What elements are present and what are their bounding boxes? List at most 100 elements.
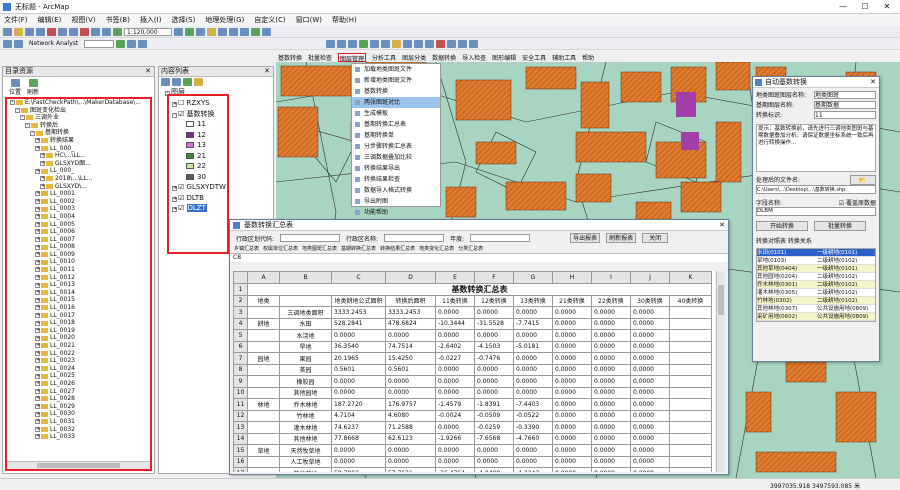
tree-node[interactable]: + LL_0028 xyxy=(10,395,150,403)
value-cell[interactable]: -0.0259 xyxy=(474,421,514,434)
extension-menu-item[interactable]: 基数转换 xyxy=(278,53,302,62)
search-icon[interactable] xyxy=(196,27,205,36)
toc-close-icon[interactable]: ✕ xyxy=(264,67,270,76)
refresh-report-button[interactable]: 刷新报表 xyxy=(606,233,637,243)
name-cell[interactable]: 三调地类面积 xyxy=(279,306,332,319)
value-cell[interactable] xyxy=(669,455,712,468)
tree-node[interactable]: + LL_0006 xyxy=(10,228,150,236)
editor-icon[interactable] xyxy=(174,27,183,36)
tree-node[interactable]: + LL_0016 xyxy=(10,304,150,312)
menu-item[interactable]: 地理处理(G) xyxy=(205,15,244,25)
value-cell[interactable]: 478.6824 xyxy=(385,317,436,330)
dropdown-item[interactable]: 基期转换汇总表 xyxy=(352,119,440,130)
network-select[interactable] xyxy=(84,39,115,48)
menu-item[interactable]: 选择(S) xyxy=(171,15,195,25)
toc-layer-dlzt[interactable]: +☑ DLZT xyxy=(172,203,224,214)
toc-layer-dltb[interactable]: +☑ DLTB xyxy=(172,193,224,204)
tree-node[interactable]: + LL_0013 xyxy=(10,281,150,289)
zoom-in-tool-icon[interactable] xyxy=(326,39,336,48)
copy-icon[interactable] xyxy=(58,27,67,36)
name-cell[interactable]: 水浇地 xyxy=(279,329,332,342)
expand-icon[interactable]: + xyxy=(35,388,40,394)
expand-icon[interactable]: + xyxy=(35,259,40,265)
extension-menu-item[interactable]: 辅助工具 xyxy=(552,53,576,62)
value-cell[interactable]: 0.0000 xyxy=(552,352,592,365)
category-cell[interactable] xyxy=(247,375,280,388)
tree-node[interactable]: + LL_0020 xyxy=(10,334,150,342)
tree-node[interactable]: + LL_0009 xyxy=(10,251,150,259)
category-cell[interactable] xyxy=(247,340,280,353)
value-cell[interactable]: 0.0000 xyxy=(630,455,670,468)
list-by-source-icon[interactable] xyxy=(172,78,181,86)
menu-item[interactable]: 帮助(H) xyxy=(332,15,357,25)
tree-node[interactable]: + LL_0027 xyxy=(10,388,150,396)
value-cell[interactable]: 0.0000 xyxy=(591,363,631,376)
time-slider-icon[interactable] xyxy=(458,39,468,48)
value-cell[interactable]: 0.0000 xyxy=(552,421,592,434)
dropdown-item[interactable]: 三调数据叠加比较 xyxy=(352,152,440,163)
value-cell[interactable]: 62.6123 xyxy=(385,432,436,445)
category-cell[interactable] xyxy=(247,421,280,434)
value-cell[interactable]: 0.0000 xyxy=(591,398,631,411)
value-cell[interactable]: -2.6402 xyxy=(435,340,475,353)
report-tab[interactable]: 分类汇总表 xyxy=(458,245,483,253)
value-cell[interactable]: -5.0181 xyxy=(513,340,553,353)
value-cell[interactable]: -0.7476 xyxy=(474,352,514,365)
value-cell[interactable]: -4.2243 xyxy=(513,467,553,472)
value-cell[interactable]: 0.0000 xyxy=(552,432,592,445)
value-cell[interactable]: 0.0000 xyxy=(513,444,553,457)
tool-field-input[interactable]: 基期数据 xyxy=(814,101,876,109)
value-cell[interactable] xyxy=(669,317,712,330)
dropdown-item[interactable]: 基数转换 xyxy=(352,86,440,97)
value-cell[interactable]: 0.0000 xyxy=(591,375,631,388)
pan-icon[interactable] xyxy=(127,39,137,48)
value-cell[interactable] xyxy=(669,421,712,434)
value-cell[interactable]: 0.0000 xyxy=(630,432,670,445)
expand-icon[interactable]: + xyxy=(35,290,40,296)
browse-button[interactable]: 📂 xyxy=(850,175,876,185)
save-icon[interactable] xyxy=(25,27,34,36)
value-cell[interactable]: 0.0000 xyxy=(385,329,436,342)
value-cell[interactable]: -1.8391 xyxy=(474,398,514,411)
python-icon[interactable] xyxy=(218,27,227,36)
value-cell[interactable]: 0.0000 xyxy=(435,421,475,434)
value-cell[interactable]: -4.0408 xyxy=(474,467,514,472)
expand-icon[interactable]: + xyxy=(35,350,40,356)
value-cell[interactable]: 0.0000 xyxy=(591,432,631,445)
tree-node[interactable]: - 转换后 xyxy=(10,122,150,130)
measure-icon[interactable] xyxy=(425,39,435,48)
value-cell[interactable]: 0.0000 xyxy=(630,352,670,365)
value-cell[interactable]: 0.0000 xyxy=(552,455,592,468)
value-cell[interactable] xyxy=(669,409,712,422)
expand-icon[interactable]: + xyxy=(40,161,45,167)
value-cell[interactable]: 0.0000 xyxy=(474,386,514,399)
name-cell[interactable]: 果园 xyxy=(279,352,332,365)
name-cell[interactable]: 灌木林地 xyxy=(279,421,332,434)
tree-node[interactable]: + LL_0032 xyxy=(10,426,150,434)
value-cell[interactable]: 0.0000 xyxy=(630,363,670,376)
expand-icon[interactable]: + xyxy=(35,343,40,349)
value-cell[interactable]: -0.0509 xyxy=(474,409,514,422)
menu-item[interactable]: 文件(F) xyxy=(4,15,28,25)
value-cell[interactable]: -31.5528 xyxy=(474,317,514,330)
category-cell[interactable]: 耕地 xyxy=(247,317,280,330)
expand-icon[interactable]: + xyxy=(40,153,45,159)
value-cell[interactable] xyxy=(669,432,712,445)
value-cell[interactable]: 3333.2453 xyxy=(331,306,386,319)
value-cell[interactable]: 0.0000 xyxy=(435,363,475,376)
value-cell[interactable]: 0.5601 xyxy=(331,363,386,376)
expand-icon[interactable]: + xyxy=(35,312,40,318)
category-cell[interactable] xyxy=(247,386,280,399)
expand-icon[interactable]: + xyxy=(35,214,40,220)
filter-year-select[interactable] xyxy=(470,234,531,242)
maximize-button[interactable]: ☐ xyxy=(854,1,876,13)
value-cell[interactable]: 0.0000 xyxy=(331,455,386,468)
category-cell[interactable] xyxy=(247,409,280,422)
value-cell[interactable]: 0.0000 xyxy=(591,306,631,319)
value-cell[interactable]: -4.1503 xyxy=(474,340,514,353)
tree-node[interactable]: + LL_0005 xyxy=(10,221,150,229)
dropdown-item[interactable]: 基期转换单 xyxy=(352,130,440,141)
filter-code-select[interactable] xyxy=(280,234,341,242)
open-icon[interactable] xyxy=(14,27,23,36)
value-cell[interactable]: 74.6237 xyxy=(331,421,386,434)
